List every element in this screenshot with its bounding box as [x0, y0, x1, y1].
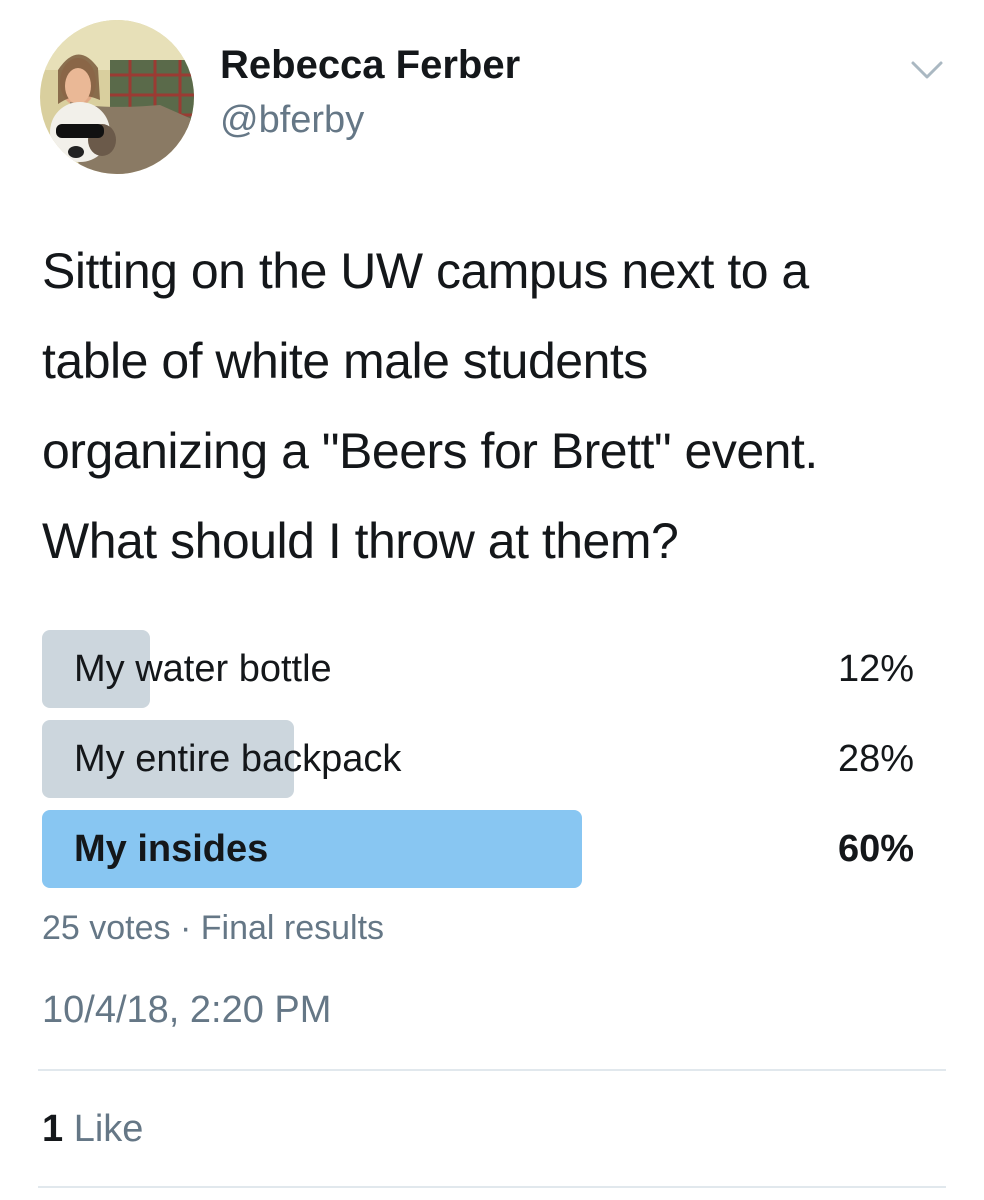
poll-option-percent: 12% [837, 648, 914, 690]
poll: My water bottle 12% My entire backpack 2… [42, 630, 914, 900]
tweet-text-line: table of white male students [42, 333, 648, 389]
poll-votes: 25 votes [42, 909, 171, 947]
poll-option: My insides 60% [42, 810, 914, 888]
tweet-timestamp[interactable]: 10/4/18, 2:20 PM [42, 984, 331, 1036]
like-label: Like [73, 1108, 144, 1150]
like-count: 1 [42, 1108, 64, 1150]
poll-option-percent: 28% [837, 738, 914, 780]
tweet-text-line: What should I throw at them? [42, 513, 679, 569]
poll-separator: · [179, 909, 192, 947]
likes[interactable]: 1 Like [42, 1104, 143, 1154]
tweet-text-line: Sitting on the UW campus next to a [42, 243, 809, 299]
poll-option: My water bottle 12% [42, 630, 914, 708]
poll-option-label: My entire backpack [74, 738, 402, 780]
avatar-image [40, 20, 194, 174]
author-handle[interactable]: @bferby [220, 96, 364, 144]
poll-status: Final results [200, 909, 385, 947]
chevron-down-icon[interactable] [910, 58, 944, 82]
divider [38, 1186, 946, 1188]
poll-option-label: My water bottle [74, 648, 332, 690]
author-name[interactable]: Rebecca Ferber [220, 40, 520, 90]
tweet-text-line: organizing a "Beers for Brett" event. [42, 423, 818, 479]
poll-option-label: My insides [74, 828, 269, 870]
poll-meta: 25 votes · Final results [42, 904, 384, 952]
tweet: Rebecca Ferber @bferby Sitting on the UW… [0, 0, 984, 1200]
poll-option-percent: 60% [837, 828, 914, 870]
avatar[interactable] [40, 20, 194, 174]
tweet-text: Sitting on the UW campus next to a table… [42, 226, 962, 586]
poll-option: My entire backpack 28% [42, 720, 914, 798]
divider [38, 1069, 946, 1071]
